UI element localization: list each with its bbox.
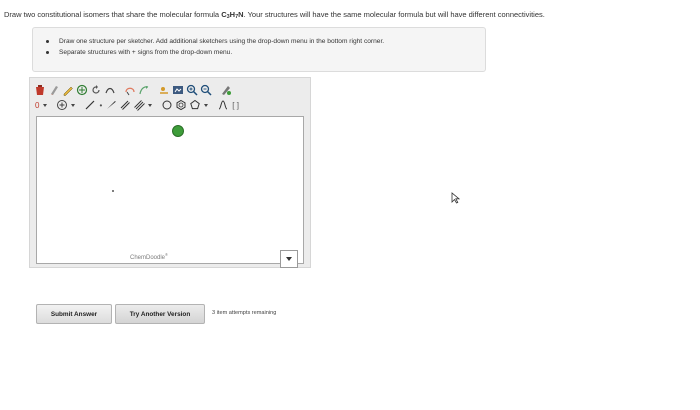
mouse-pointer-icon: [451, 192, 460, 204]
rotate-icon[interactable]: [90, 84, 102, 96]
cursor-dot: [112, 190, 114, 192]
atom-label-button[interactable]: 0: [34, 99, 40, 111]
chain-icon[interactable]: [217, 99, 229, 111]
submit-answer-button[interactable]: Submit Answer: [36, 304, 112, 324]
hint-item: Separate structures with + signs from th…: [46, 47, 485, 58]
double-bond-icon[interactable]: [119, 99, 131, 111]
ring-cyclopentane-icon[interactable]: [161, 99, 173, 111]
hint-item: Draw one structure per sketcher. Add add…: [46, 36, 485, 47]
question-text-after: . Your structures will have the same mol…: [243, 10, 545, 19]
lone-pair-button[interactable]: •: [98, 99, 103, 111]
template-icon[interactable]: [104, 84, 116, 96]
chevron-down-icon[interactable]: [203, 99, 209, 111]
sketcher-options-dropdown[interactable]: [280, 250, 298, 268]
attempts-remaining: 3 item attempts remaining: [212, 310, 277, 316]
lasso-icon[interactable]: [124, 84, 136, 96]
zoom-fit-icon[interactable]: [76, 84, 88, 96]
question-text: Draw two constitutional isomers that sha…: [4, 10, 545, 20]
sketcher-canvas[interactable]: ChemDoodle®: [36, 116, 304, 264]
wedge-bond-icon[interactable]: [105, 99, 117, 111]
hint-list: Draw one structure per sketcher. Add add…: [33, 28, 485, 58]
chevron-down-icon[interactable]: [147, 99, 153, 111]
hint-box: Draw one structure per sketcher. Add add…: [32, 27, 486, 72]
clear-icon[interactable]: [34, 84, 46, 96]
arrow-curved-icon[interactable]: [138, 84, 150, 96]
single-bond-icon[interactable]: [84, 99, 96, 111]
bracket-button[interactable]: [ ]: [231, 99, 240, 111]
status-indicator-icon: [172, 125, 184, 137]
chemdoodle-sketcher: 0 • [ ] ChemDoodle®: [29, 77, 311, 268]
toolbar-row-top: [34, 83, 232, 97]
charge-plus-icon[interactable]: [56, 99, 68, 111]
ring-pentagon-icon[interactable]: [189, 99, 201, 111]
toolbar-row-bottom: 0 • [ ]: [34, 98, 240, 112]
chevron-down-icon: [286, 257, 292, 261]
ring-benzene-icon[interactable]: [175, 99, 187, 111]
sprout-icon[interactable]: [158, 84, 170, 96]
question-text-before: Draw two constitutional isomers that sha…: [4, 10, 222, 19]
zoom-in-icon[interactable]: [186, 84, 198, 96]
chevron-down-icon[interactable]: [42, 99, 48, 111]
chemdoodle-brand-mark: ®: [165, 252, 168, 257]
triple-bond-icon[interactable]: [133, 99, 146, 111]
chevron-down-icon[interactable]: [70, 99, 76, 111]
erase-icon[interactable]: [48, 84, 60, 96]
clean-icon[interactable]: [220, 84, 232, 96]
structure-image-icon[interactable]: [172, 84, 184, 96]
try-another-version-button[interactable]: Try Another Version: [115, 304, 205, 324]
chemdoodle-brand: ChemDoodle®: [130, 252, 168, 261]
pencil-icon[interactable]: [62, 84, 74, 96]
zoom-out-icon[interactable]: [200, 84, 212, 96]
chemdoodle-brand-text: ChemDoodle: [130, 255, 166, 261]
